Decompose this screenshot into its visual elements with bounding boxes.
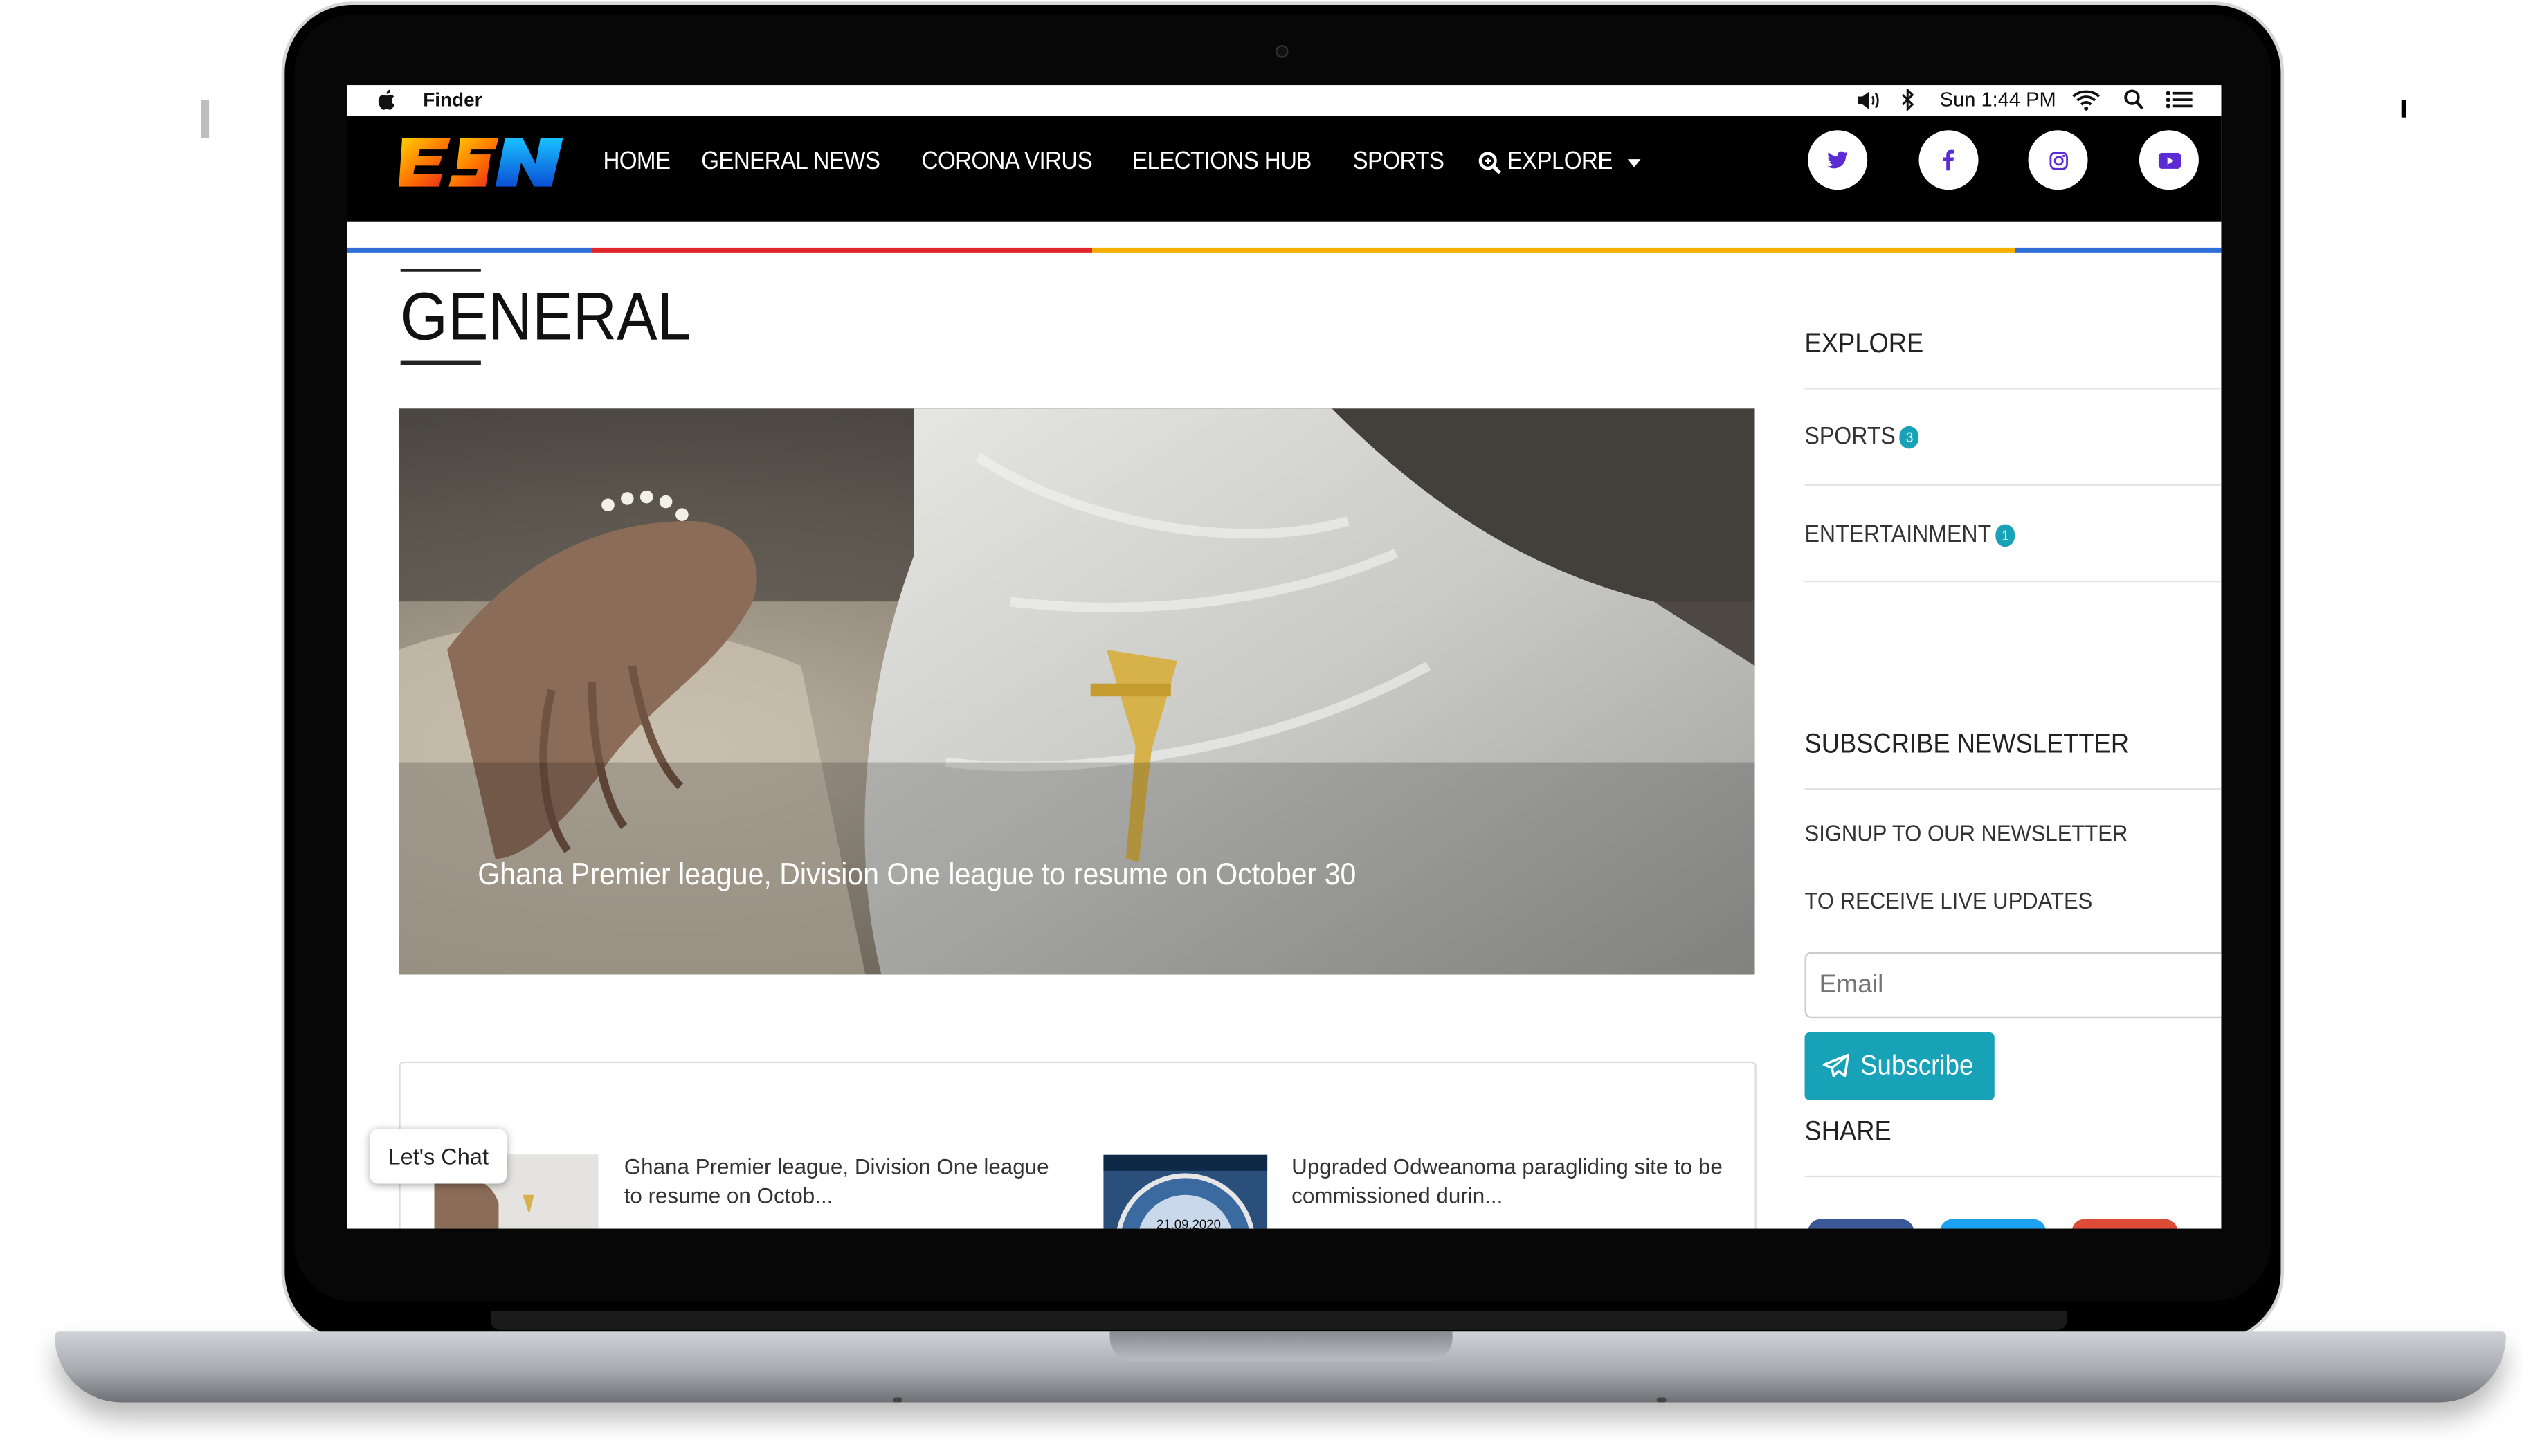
laptop-foot — [892, 1397, 902, 1403]
page-title: GENERAL — [400, 278, 691, 354]
subscribe-label: Subscribe — [1860, 1050, 1973, 1081]
wifi-icon[interactable] — [2071, 89, 2101, 111]
primary-nav: HOME GENERAL NEWS CORONA VIRUS ELECTIONS… — [603, 148, 1642, 177]
search-plus-icon — [1478, 151, 1501, 174]
newsletter-text-line-1: SIGNUP TO OUR NEWSLETTER — [1804, 821, 2128, 848]
menubar-clock[interactable]: Sun 1:44 PM — [1940, 89, 2056, 111]
nav-home[interactable]: HOME — [603, 148, 671, 177]
laptop-hinge — [490, 1311, 2067, 1330]
camera-icon — [1275, 45, 1289, 58]
nav-explore-dropdown[interactable]: EXPLORE — [1478, 148, 1642, 177]
hero-slide[interactable]: Ghana Premier league, Division One leagu… — [399, 408, 1755, 975]
nav-explore-label: EXPLORE — [1507, 147, 1613, 176]
nav-general-news[interactable]: GENERAL NEWS — [702, 148, 881, 177]
news-list-card: Ghana Premier league, Division One leagu… — [399, 1061, 1757, 1229]
subscribe-button[interactable]: Subscribe — [1804, 1032, 1995, 1100]
category-count-badge: 1 — [1995, 524, 2015, 547]
share-facebook-button[interactable] — [1808, 1219, 1914, 1229]
spotlight-search-icon[interactable] — [2123, 89, 2144, 111]
explore-heading: EXPLORE — [1804, 328, 1924, 359]
nav-elections-hub[interactable]: ELECTIONS HUB — [1133, 148, 1312, 177]
divider — [1804, 484, 2222, 486]
apple-icon[interactable] — [377, 89, 396, 111]
category-label: SPORTS — [1804, 423, 1896, 451]
screenshot-stage: Finder Sun 1:44 PM HOME GENERAL NEWS COR… — [0, 0, 2522, 1456]
paper-plane-icon — [1822, 1053, 1849, 1077]
nav-accent-stripe — [347, 247, 592, 253]
share-heading: SHARE — [1804, 1116, 1891, 1147]
browser-screen: Finder Sun 1:44 PM HOME GENERAL NEWS COR… — [347, 85, 2222, 1229]
news-thumbnail-image: 21.09.2020 — [1103, 1154, 1268, 1229]
laptop-notch — [1109, 1331, 1453, 1361]
nav-accent-stripe — [2015, 247, 2222, 253]
twitter-button[interactable] — [1808, 130, 1868, 190]
divider — [1804, 1175, 2222, 1178]
instagram-icon — [2049, 150, 2067, 170]
notification-center-icon[interactable] — [2165, 90, 2194, 109]
divider — [1804, 580, 2222, 583]
chat-launcher[interactable]: Let's Chat — [370, 1129, 507, 1184]
nav-sports[interactable]: SPORTS — [1353, 148, 1444, 177]
volume-icon[interactable] — [1856, 90, 1882, 111]
laptop-foot — [1656, 1397, 1667, 1403]
title-rule-bottom — [400, 360, 481, 365]
site-navbar: HOME GENERAL NEWS CORONA VIRUS ELECTIONS… — [347, 116, 2222, 253]
category-entertainment[interactable]: ENTERTAINMENT 1 — [1804, 520, 2015, 549]
category-count-badge: 3 — [1900, 426, 1920, 449]
newsletter-text-line-2: TO RECEIVE LIVE UPDATES — [1804, 889, 2093, 916]
hero-caption[interactable]: Ghana Premier league, Division One leagu… — [478, 859, 1356, 894]
chat-label: Let's Chat — [388, 1143, 489, 1170]
twitter-icon — [1827, 151, 1849, 169]
youtube-button[interactable] — [2139, 130, 2199, 190]
menubar-app-name[interactable]: Finder — [423, 89, 482, 111]
category-label: ENTERTAINMENT — [1804, 520, 1992, 549]
nav-accent-stripe — [1091, 247, 2015, 253]
title-rule-top — [400, 269, 481, 272]
caret-down-icon — [1628, 159, 1641, 167]
share-twitter-button[interactable] — [1939, 1219, 2047, 1229]
youtube-icon — [2157, 152, 2181, 168]
divider — [1804, 788, 2222, 790]
background-mark — [201, 100, 210, 138]
mac-menubar: Finder Sun 1:44 PM — [347, 85, 2222, 116]
nav-corona-virus[interactable]: CORONA VIRUS — [922, 148, 1093, 177]
thumbnail-date: 21.09.2020 — [1156, 1217, 1221, 1229]
facebook-button[interactable] — [1918, 130, 1979, 190]
divider — [1804, 388, 2222, 390]
newsletter-heading: SUBSCRIBE NEWSLETTER — [1804, 728, 2130, 759]
share-google-button[interactable] — [2071, 1219, 2178, 1229]
esn-logo[interactable] — [399, 135, 563, 190]
news-item-title[interactable]: Ghana Premier league, Division One leagu… — [624, 1153, 1058, 1211]
news-thumbnail[interactable]: 21.09.2020 — [1103, 1154, 1268, 1229]
background-mark — [2401, 100, 2406, 118]
bluetooth-icon[interactable] — [1901, 88, 1916, 111]
instagram-button[interactable] — [2028, 130, 2088, 190]
facebook-icon — [1943, 149, 1954, 171]
news-item-title[interactable]: Upgraded Odweanoma paragliding site to b… — [1291, 1153, 1725, 1211]
nav-accent-stripe — [592, 247, 1092, 253]
category-sports[interactable]: SPORTS 3 — [1805, 423, 1920, 451]
email-input[interactable] — [1804, 952, 2222, 1019]
